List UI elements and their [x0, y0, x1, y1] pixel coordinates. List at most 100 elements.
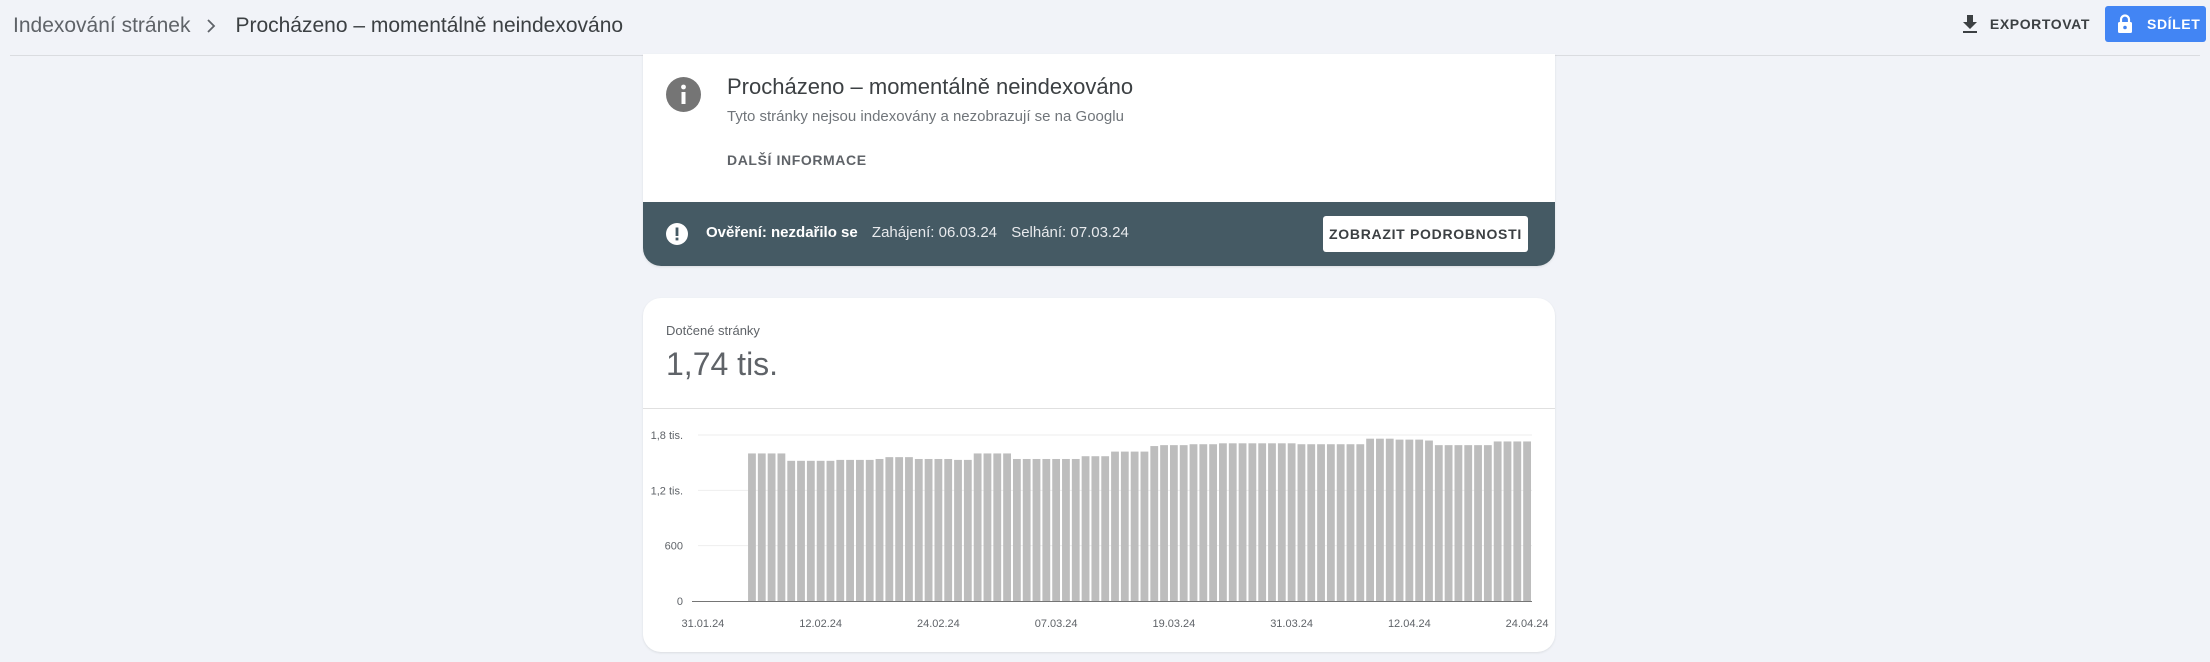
info-icon: [666, 77, 701, 112]
chart-bar: [757, 453, 766, 601]
export-button[interactable]: EXPORTOVAT: [1956, 6, 2104, 42]
top-bar: Indexování stránek Procházeno – momentál…: [0, 0, 2210, 56]
x-tick-label: 12.02.24: [799, 618, 842, 630]
chart-bar: [1209, 444, 1218, 601]
breadcrumb-parent-link[interactable]: Indexování stránek: [13, 14, 190, 38]
chart-bar: [1464, 445, 1473, 601]
issue-subtitle: Tyto stránky nejsou indexovány a nezobra…: [727, 108, 1124, 125]
chart-bar: [855, 459, 864, 601]
share-button[interactable]: SDÍLET: [2105, 6, 2206, 42]
export-label: EXPORTOVAT: [1989, 16, 2090, 32]
chart-bar: [1189, 444, 1198, 601]
chart-bar: [787, 460, 796, 601]
chart-bar: [748, 453, 756, 601]
chart-bar: [1219, 443, 1227, 601]
chart-bar: [1444, 445, 1453, 601]
chart-bar: [973, 453, 982, 601]
chart-bar: [924, 458, 933, 601]
chart-bar: [1376, 438, 1384, 601]
issue-info-card: Procházeno – momentálně neindexováno Tyt…: [643, 54, 1555, 266]
x-tick-label: 24.04.24: [1506, 618, 1549, 630]
chart-bar: [1385, 438, 1394, 601]
x-tick-label: 19.03.24: [1152, 618, 1195, 630]
view-details-button[interactable]: ZOBRAZIT PODROBNOSTI: [1323, 216, 1528, 252]
chart-bar: [1258, 443, 1267, 601]
chart-bar: [1513, 441, 1522, 601]
chart-bar: [1483, 445, 1492, 601]
chart-bar: [963, 459, 972, 601]
chart-bar: [1199, 444, 1208, 601]
chart-bar: [1503, 441, 1512, 601]
validation-banner: Ověření: nezdařilo se Zahájení: 06.03.24…: [643, 202, 1555, 266]
chart-bar: [806, 460, 815, 601]
chart-bar: [1356, 444, 1365, 601]
y-tick-label: 600: [665, 541, 683, 553]
chart-bar: [885, 457, 894, 601]
chart-bar: [797, 460, 805, 601]
chart-bar: [1454, 445, 1463, 601]
validation-text: Ověření: nezdařilo se Zahájení: 06.03.24…: [706, 224, 1129, 241]
chart-bar: [1425, 440, 1433, 601]
breadcrumb-current: Procházeno – momentálně neindexováno: [235, 14, 624, 37]
chart-bar: [905, 457, 913, 601]
chart-bar: [1111, 451, 1119, 601]
y-tick-label: 0: [677, 596, 683, 608]
chart-bar: [1474, 445, 1482, 601]
chart-bar: [1277, 443, 1286, 601]
chart-bar: [826, 460, 835, 601]
chart-bar: [1238, 443, 1247, 601]
chart-bar: [1405, 439, 1414, 601]
chart-bar: [983, 453, 992, 601]
chart-bar: [1523, 441, 1531, 601]
chart-bar: [1012, 458, 1021, 601]
validation-started: Zahájení: 06.03.24: [871, 224, 998, 241]
learn-more-link[interactable]: DALŠÍ INFORMACE: [727, 152, 867, 168]
chart-bar: [816, 460, 825, 601]
toolbar-actions: EXPORTOVAT SDÍLET: [1956, 0, 2210, 48]
chart-bar: [846, 459, 854, 601]
chart-bar: [865, 459, 874, 601]
issue-title: Procházeno – momentálně neindexováno: [727, 74, 1134, 99]
chart-bar: [1169, 445, 1178, 601]
chart-bar: [836, 459, 845, 601]
chart-bar: [1022, 458, 1031, 601]
x-tick-label: 31.03.24: [1270, 618, 1313, 630]
chart-bar: [1140, 451, 1149, 601]
chart-bar: [1062, 458, 1070, 601]
y-tick-label: 1,2 tis.: [651, 485, 683, 497]
x-tick-label: 07.03.24: [1035, 618, 1078, 630]
chart-bar: [1346, 444, 1355, 601]
chart-bar: [1130, 451, 1139, 601]
chart-bar: [1434, 445, 1443, 601]
chart-bar: [1032, 458, 1041, 601]
chart-bar: [1395, 439, 1404, 601]
chart-bar: [1493, 441, 1502, 601]
x-tick-label: 24.02.24: [917, 618, 960, 630]
chart-bar: [954, 459, 962, 601]
chevron-right-icon: [206, 19, 216, 33]
chart-bar: [1317, 444, 1325, 601]
chart-bar: [1071, 458, 1080, 601]
chart-bar: [1091, 456, 1100, 601]
validation-failed: Selhání: 07.03.24: [1011, 224, 1129, 241]
chart-bar: [1366, 438, 1375, 601]
chart-bar: [934, 458, 943, 601]
chart-bar: [1287, 443, 1296, 601]
chart-bar: [1415, 439, 1424, 601]
chart-bar: [1081, 456, 1090, 601]
x-tick-label: 31.01.24: [681, 618, 724, 630]
validation-status: Ověření: nezdařilo se: [706, 224, 858, 241]
chart-bar: [1268, 443, 1276, 601]
chart-bar: [895, 457, 904, 601]
y-tick-label: 1,8 tis.: [651, 430, 683, 442]
download-icon: [1962, 15, 1978, 33]
chart-bar: [777, 453, 786, 601]
chart-bar: [767, 453, 776, 601]
chart-bar: [1248, 443, 1257, 601]
chart-bar: [1326, 444, 1335, 601]
error-icon: [666, 223, 688, 245]
chart-bar: [1120, 451, 1129, 601]
chart-bar: [1297, 444, 1306, 601]
share-label: SDÍLET: [2147, 16, 2201, 32]
chart-bar: [1179, 445, 1188, 601]
